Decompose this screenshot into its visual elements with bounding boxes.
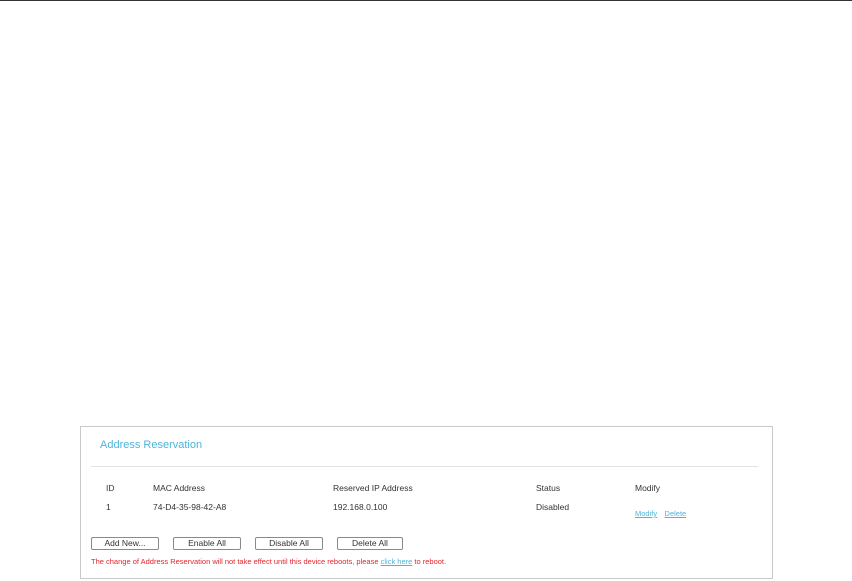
delete-all-button[interactable]: Delete All — [337, 537, 403, 550]
title-divider — [91, 466, 758, 467]
row-actions: Modify Delete — [635, 503, 686, 521]
reboot-link[interactable]: click here — [381, 557, 413, 566]
panel-title: Address Reservation — [100, 439, 203, 451]
row-status: Disabled — [536, 502, 570, 512]
row-mac-address: 74-D4-35-98-42-A8 — [153, 502, 227, 512]
modify-link[interactable]: Modify — [635, 509, 657, 518]
address-reservation-panel: Address Reservation ID MAC Address Reser… — [80, 426, 773, 579]
top-border-line — [0, 0, 852, 1]
add-new-button[interactable]: Add New... — [91, 537, 159, 550]
header-mac-address: MAC Address — [153, 483, 205, 493]
header-id: ID — [106, 483, 115, 493]
disable-all-button[interactable]: Disable All — [255, 537, 323, 550]
row-id: 1 — [106, 502, 111, 512]
header-reserved-ip: Reserved IP Address — [333, 483, 413, 493]
reboot-notice: The change of Address Reservation will n… — [91, 557, 446, 566]
header-status: Status — [536, 483, 561, 493]
delete-link[interactable]: Delete — [665, 509, 687, 518]
notice-text-before: The change of Address Reservation will n… — [91, 557, 381, 566]
row-reserved-ip: 192.168.0.100 — [333, 502, 388, 512]
header-modify: Modify — [635, 483, 661, 493]
enable-all-button[interactable]: Enable All — [173, 537, 241, 550]
notice-text-after: to reboot. — [412, 557, 447, 566]
